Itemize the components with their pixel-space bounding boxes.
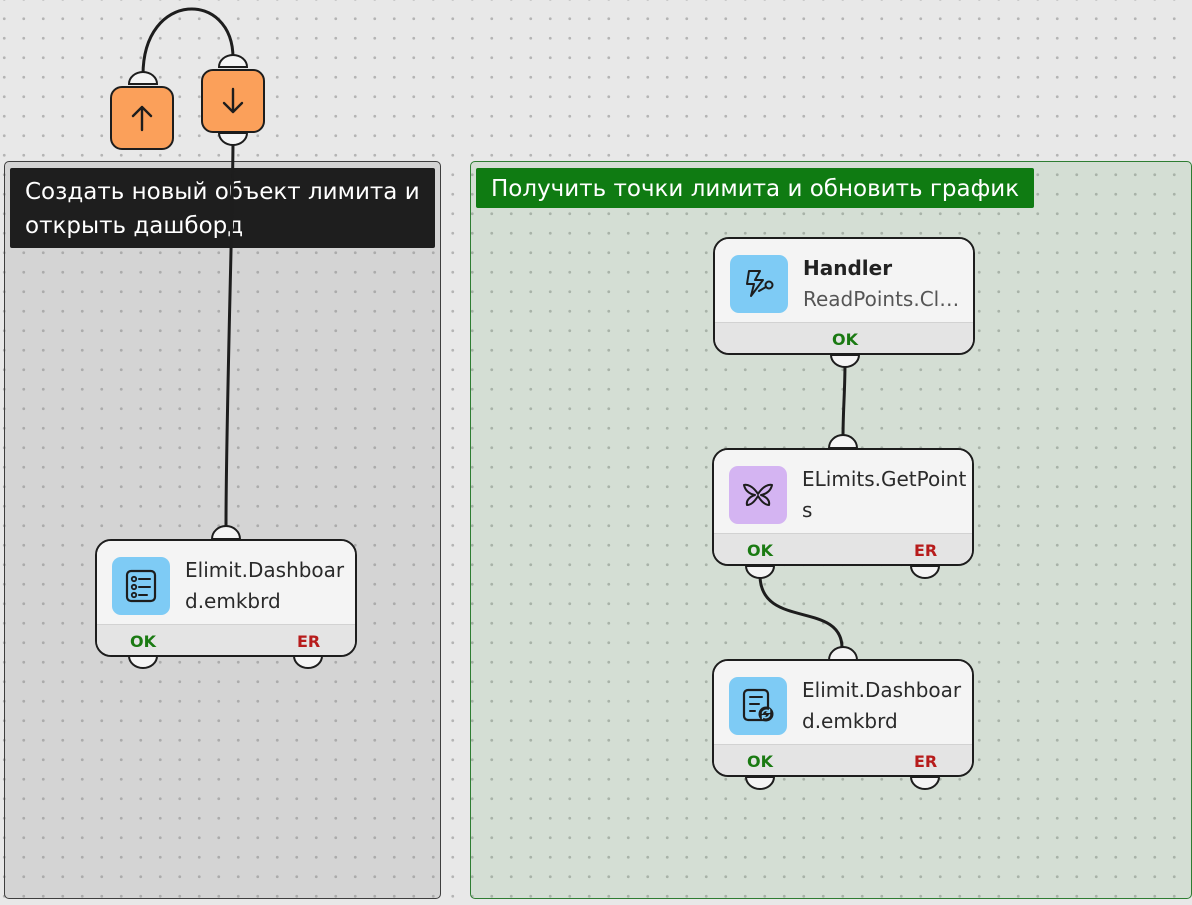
- left-dashboard-node[interactable]: Elimit.Dashboard.emkbrd OK ER: [95, 539, 357, 657]
- left-dashboard-er-label: ER: [297, 632, 321, 651]
- right-dashboard-ok-label: OK: [747, 752, 773, 771]
- arrow-down-icon: [222, 87, 244, 114]
- list-refresh-icon: [729, 677, 787, 735]
- handler-bolt-icon: [730, 255, 788, 313]
- right-dashboard-node[interactable]: Elimit.Dashboard.emkbrd OK ER: [712, 659, 974, 777]
- butterfly-icon: [729, 466, 787, 524]
- getpoints-ok-label: OK: [747, 541, 773, 560]
- handler-title: Handler: [803, 256, 893, 280]
- getpoints-node[interactable]: ELimits.GetPoints OK ER: [712, 448, 974, 566]
- arrow-down-node[interactable]: [201, 69, 265, 133]
- port-down-out: [217, 132, 249, 146]
- getpoints-label: ELimits.GetPoints: [802, 467, 967, 522]
- handler-subtitle: ReadPoints.Cli…: [803, 287, 963, 311]
- getpoints-er-label: ER: [914, 541, 938, 560]
- port-up-in: [127, 71, 159, 85]
- arrow-up-icon: [131, 105, 153, 132]
- left-dashboard-ok-label: OK: [130, 632, 156, 651]
- arrow-up-node[interactable]: [110, 86, 174, 150]
- group-create-limit[interactable]: [4, 161, 441, 899]
- list-form-icon: [112, 557, 170, 615]
- left-dashboard-label: Elimit.Dashboard.emkbrd: [185, 558, 345, 613]
- port-down-in: [217, 54, 249, 68]
- group-get-points-title: Получить точки лимита и обновить график: [476, 168, 1035, 208]
- handler-ok-label: OK: [832, 330, 858, 349]
- right-dashboard-er-label: ER: [914, 752, 938, 771]
- right-dashboard-label: Elimit.Dashboard.emkbrd: [802, 678, 962, 733]
- wire-up-to-down: [141, 7, 235, 77]
- handler-node[interactable]: Handler ReadPoints.Cli… OK: [713, 237, 975, 355]
- group-create-limit-title: Создать новый объект лимита и открыть да…: [10, 168, 435, 248]
